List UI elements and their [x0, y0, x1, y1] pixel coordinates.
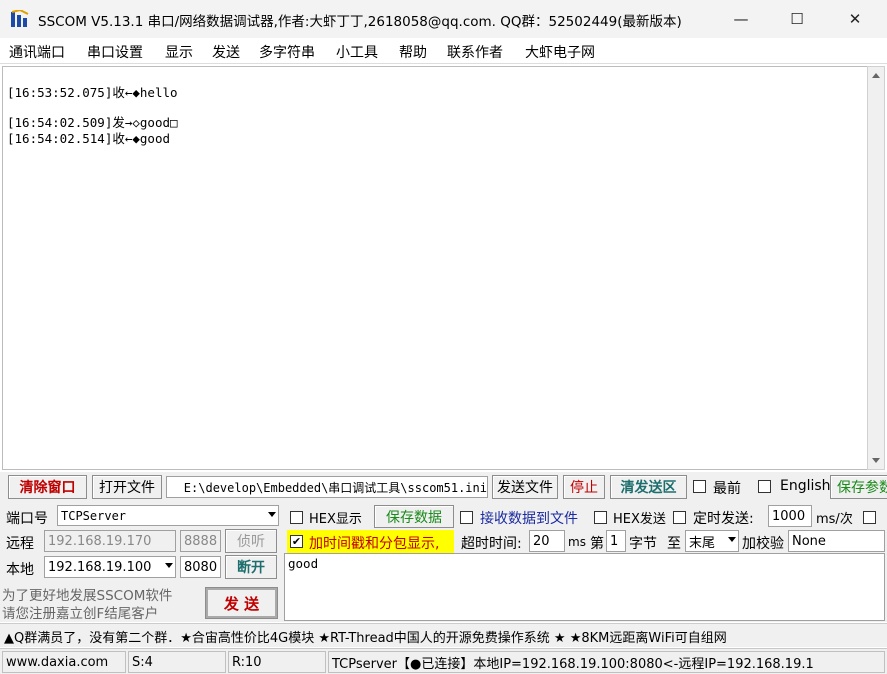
checksum-select[interactable]: None — [788, 530, 885, 552]
hex-send-label: HEX发送 — [613, 512, 666, 527]
save-data-button[interactable]: 保存数据 — [374, 505, 454, 528]
status-bar: www.daxia.com S:4 R:10 TCPserver【●已连接】本地… — [0, 648, 887, 674]
timed-send-label: 定时发送: — [693, 511, 754, 527]
latest-checkbox[interactable] — [693, 480, 706, 493]
timeout-label: 超时时间: — [461, 536, 522, 552]
remote-ip-field[interactable]: 192.168.19.170 — [44, 530, 176, 552]
extra-option-checkbox[interactable] — [863, 511, 876, 524]
promo-line-1[interactable]: 为了更好地发展SSCOM软件 — [2, 584, 172, 604]
local-label: 本地 — [6, 562, 34, 578]
remote-label: 远程 — [6, 536, 34, 552]
menu-serial-settings[interactable]: 串口设置 — [87, 42, 143, 62]
to-label: 至 — [667, 536, 681, 552]
close-button[interactable]: ✕ — [826, 0, 884, 38]
port-select-value: TCPServer — [61, 508, 127, 523]
save-params-button[interactable]: 保存参数 — [830, 475, 887, 499]
timeout-field[interactable]: 20 — [529, 530, 565, 552]
menu-help[interactable]: 帮助 — [399, 42, 427, 62]
english-checkbox[interactable] — [758, 480, 771, 493]
nth-field[interactable]: 1 — [606, 530, 626, 552]
file-toolbar: 清除窗口 打开文件 E:\develop\Embedded\串口调试工具\ssc… — [0, 472, 887, 502]
send-text-area[interactable]: good — [284, 553, 885, 621]
timestamp-label: 加时间戳和分包显示, — [309, 536, 440, 552]
hex-send-checkbox[interactable] — [594, 511, 607, 524]
status-received-count: R:10 — [228, 651, 326, 673]
receive-scrollbar[interactable] — [867, 66, 885, 470]
file-path-field[interactable]: E:\develop\Embedded\串口调试工具\sscom51.ini — [166, 476, 488, 498]
chevron-down-icon — [728, 537, 736, 542]
status-sent-count: S:4 — [128, 651, 226, 673]
latest-label: 最前 — [713, 481, 741, 497]
end-select-value: 末尾 — [689, 535, 716, 551]
port-select[interactable]: TCPServer — [57, 505, 279, 526]
title-bar[interactable]: SSCOM V5.13.1 串口/网络数据调试器,作者:大虾丁丁,2618058… — [0, 0, 887, 38]
promo-line-2[interactable]: 请您注册嘉立创F结尾客户 — [2, 602, 158, 622]
scroll-down-icon[interactable] — [872, 458, 880, 463]
open-file-button[interactable]: 打开文件 — [92, 475, 162, 499]
menu-comm-port[interactable]: 通讯端口 — [9, 42, 65, 62]
timeout-unit-label: ms — [568, 535, 586, 549]
receive-area[interactable]: [16:53:52.075]收←◆hello [16:54:02.509]发→◇… — [2, 66, 868, 470]
menu-daxia-site[interactable]: 大虾电子网 — [525, 42, 595, 62]
send-file-button[interactable]: 发送文件 — [492, 475, 558, 499]
status-connection: TCPserver【●已连接】本地IP=192.168.19.100:8080<… — [328, 651, 885, 673]
log-line: [16:53:52.075]收←◆hello — [7, 85, 178, 100]
byte-label: 字节 — [629, 536, 657, 552]
clear-send-area-button[interactable]: 清发送区 — [610, 475, 687, 499]
menu-multi-string[interactable]: 多字符串 — [259, 42, 315, 62]
local-ip-select[interactable]: 192.168.19.100 — [44, 556, 176, 578]
port-label: 端口号 — [6, 511, 48, 527]
timestamp-checkbox[interactable]: ✔ — [290, 535, 303, 548]
checksum-label: 加校验 — [742, 536, 784, 552]
timed-send-checkbox[interactable] — [673, 511, 686, 524]
menu-tools[interactable]: 小工具 — [336, 42, 378, 62]
local-port-field[interactable]: 8080 — [180, 556, 221, 578]
status-site-link[interactable]: www.daxia.com — [2, 651, 126, 673]
log-line: [16:54:02.514]收←◆good — [7, 131, 171, 146]
scroll-up-icon[interactable] — [872, 73, 880, 78]
hex-display-label: HEX显示 — [309, 512, 362, 527]
app-logo-icon — [11, 10, 29, 27]
nth-label: 第 — [590, 536, 604, 552]
news-ticker[interactable]: ▲Q群满员了，没有第二个群．★合宙高性价比4G模块 ★RT-Thread中国人的… — [0, 623, 887, 647]
recv-to-file-checkbox[interactable] — [460, 511, 473, 524]
menu-contact-author[interactable]: 联系作者 — [447, 42, 503, 62]
menu-send[interactable]: 发送 — [212, 42, 240, 62]
menu-bar: 通讯端口 串口设置 显示 发送 多字符串 小工具 帮助 联系作者 大虾电子网 — [0, 38, 887, 64]
listen-button[interactable]: 侦听 — [225, 529, 277, 553]
stop-button[interactable]: 停止 — [563, 475, 605, 499]
ticker-text: ▲Q群满员了，没有第二个群．★合宙高性价比4G模块 ★RT-Thread中国人的… — [4, 631, 727, 646]
recv-to-file-label[interactable]: 接收数据到文件 — [480, 508, 578, 528]
chevron-down-icon — [268, 512, 276, 517]
english-label: English — [780, 478, 831, 494]
window-title: SSCOM V5.13.1 串口/网络数据调试器,作者:大虾丁丁,2618058… — [38, 14, 682, 30]
clear-window-button[interactable]: 清除窗口 — [8, 475, 87, 499]
end-select[interactable]: 末尾 — [685, 530, 739, 552]
hex-display-checkbox[interactable] — [290, 511, 303, 524]
maximize-button[interactable]: ☐ — [768, 0, 826, 38]
minimize-button[interactable]: — — [712, 0, 770, 38]
chevron-down-icon — [165, 563, 173, 568]
send-button[interactable]: 发 送 — [205, 587, 278, 619]
local-ip-value: 192.168.19.100 — [48, 559, 152, 575]
interval-field[interactable]: 1000 — [768, 505, 812, 527]
menu-display[interactable]: 显示 — [165, 42, 193, 62]
send-text: good — [288, 556, 319, 571]
remote-port-field[interactable]: 8888 — [180, 530, 221, 552]
disconnect-button[interactable]: 断开 — [225, 555, 277, 579]
interval-unit-label: ms/次 — [816, 512, 853, 527]
